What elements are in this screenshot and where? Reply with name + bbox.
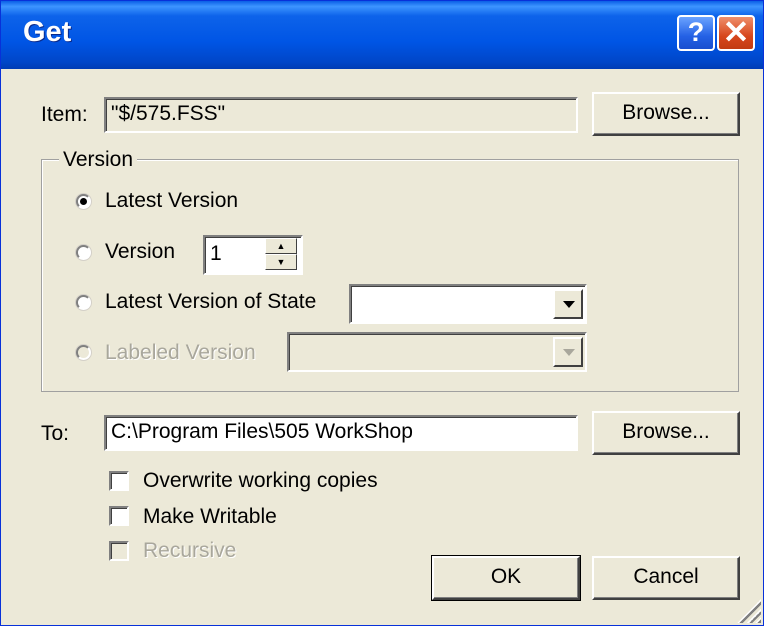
to-browse-button[interactable]: Browse... [592,411,740,455]
radio-latest-version[interactable] [76,194,91,209]
item-browse-button[interactable]: Browse... [592,92,740,136]
item-label: Item: [41,103,88,126]
ok-button[interactable]: OK [431,555,581,601]
radio-version-label[interactable]: Version [105,240,175,264]
radio-labeled-version [76,345,91,360]
state-dropdown-button[interactable] [553,289,583,319]
chevron-down-icon [563,301,575,308]
spin-up-icon[interactable]: ▲ [265,238,297,254]
radio-latest-version-of-state-label[interactable]: Latest Version of State [105,290,316,314]
labeled-version-dropdown-button [553,337,583,367]
window-title: Get [23,16,72,48]
radio-latest-version-of-state[interactable] [76,295,91,310]
help-icon: ? [687,17,705,47]
state-dropdown[interactable] [349,284,587,324]
version-group-legend: Version [59,148,138,172]
version-spinner[interactable]: ▲ ▼ [265,237,301,273]
spin-down-icon[interactable]: ▼ [265,254,297,270]
close-button[interactable]: ✕ [717,15,755,51]
recursive-checkbox [109,541,129,561]
radio-latest-version-label[interactable]: Latest Version [105,189,238,213]
chevron-down-icon [563,349,575,356]
radio-version[interactable] [76,245,91,260]
to-label: To: [41,422,70,445]
cancel-button[interactable]: Cancel [592,556,740,600]
close-icon: ✕ [722,14,750,50]
item-field[interactable]: "$/575.FSS" [104,97,578,133]
radio-selected-dot [80,198,87,205]
title-bar[interactable]: Get ? ✕ [1,1,763,69]
labeled-version-dropdown [287,332,587,372]
overwrite-checkbox[interactable] [109,471,129,491]
help-button[interactable]: ? [677,15,715,51]
overwrite-label[interactable]: Overwrite working copies [143,469,378,493]
recursive-label: Recursive [143,539,237,562]
make-writable-checkbox[interactable] [109,506,129,526]
resize-grip-icon[interactable] [737,599,761,623]
version-number-value: 1 [210,242,222,265]
radio-labeled-version-label: Labeled Version [105,341,256,364]
make-writable-label[interactable]: Make Writable [143,505,277,529]
get-dialog: Get ? ✕ Item: "$/575.FSS" Browse... Vers… [0,0,764,626]
to-path-field[interactable]: C:\Program Files\505 WorkShop [104,415,578,451]
